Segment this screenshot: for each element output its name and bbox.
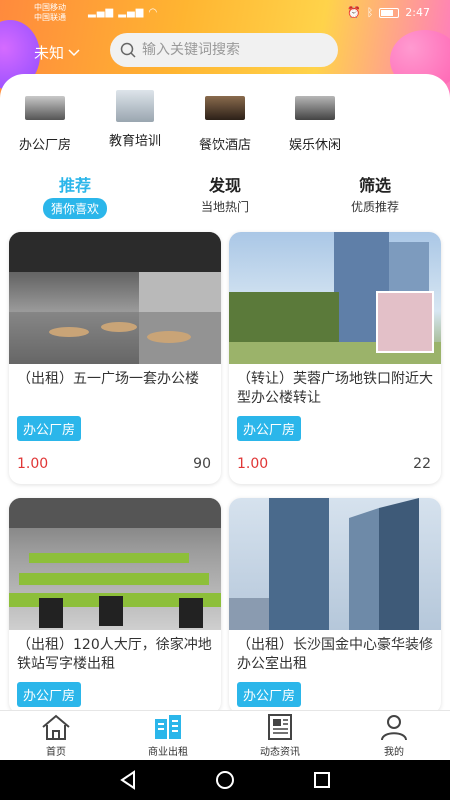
tab-subtitle: 优质推荐 — [350, 200, 399, 214]
recents-icon[interactable] — [312, 770, 332, 790]
bottom-tab-bar: 首页 商业出租 动态资讯 我的 — [0, 710, 450, 760]
category-label: 教育培训 — [108, 134, 161, 149]
tab-filter[interactable]: 筛选 优质推荐 — [320, 172, 430, 215]
listing-image — [9, 498, 221, 630]
main-content: 办公厂房 教育培训 餐饮酒店 娱乐休闲 推荐 猜你喜欢 发现 当地热门 筛选 优… — [0, 74, 450, 714]
listing-tag: 办公厂房 — [17, 682, 82, 707]
listing-card[interactable]: （转让）芙蓉广场地铁口附近大型办公楼转让 办公厂房 1.00 22 — [229, 232, 441, 484]
tab-title: 推荐 — [58, 176, 91, 195]
tower-photo — [229, 232, 441, 364]
carrier-2: 中国联通 — [34, 13, 66, 22]
restaurant-thumb-icon — [205, 96, 245, 120]
listing-tag: 办公厂房 — [237, 682, 302, 707]
category-restaurant[interactable]: 餐饮酒店 — [180, 96, 270, 153]
tab-profile[interactable]: 我的 — [338, 713, 450, 758]
tab-subtitle: 猜你喜欢 — [42, 198, 107, 219]
home-icon — [42, 714, 70, 740]
bluetooth-icon: ᛒ — [366, 6, 374, 19]
listing-title: （出租）五一广场一套办公楼 — [17, 371, 199, 387]
carrier-info: 中国移动 中国联通 — [34, 3, 66, 23]
tab-discover[interactable]: 发现 当地热门 — [170, 172, 280, 215]
open-office-photo — [9, 498, 221, 628]
back-icon[interactable] — [118, 770, 138, 790]
tab-label: 首页 — [46, 747, 66, 758]
tab-news[interactable]: 动态资讯 — [224, 713, 336, 758]
carrier-1: 中国移动 — [34, 3, 66, 12]
search-bar[interactable] — [110, 33, 338, 67]
tab-title: 发现 — [208, 176, 241, 195]
category-office[interactable]: 办公厂房 — [0, 96, 90, 153]
tab-recommend[interactable]: 推荐 猜你喜欢 — [20, 172, 130, 219]
education-thumb-icon — [116, 90, 154, 122]
category-row: 办公厂房 教育培训 餐饮酒店 娱乐休闲 — [0, 74, 450, 159]
listing-card[interactable]: （出租）120人大厅，徐家冲地铁站写字楼出租 办公厂房 — [9, 498, 221, 714]
status-bar: 中国移动 中国联通 ▂▄▆ ▂▄▆ ◠ ⏰ ᛒ 2:47 — [0, 0, 450, 28]
search-input[interactable] — [142, 42, 322, 58]
system-nav-bar — [0, 760, 450, 800]
tab-label: 动态资讯 — [260, 747, 300, 758]
tab-label: 我的 — [384, 747, 404, 758]
office-photo — [9, 232, 221, 364]
listing-card[interactable]: （出租）五一广场一套办公楼 办公厂房 1.00 90 — [9, 232, 221, 484]
listing-price: 1.00 — [17, 456, 49, 472]
category-label: 娱乐休闲 — [288, 138, 341, 153]
status-right: ⏰ ᛒ 2:47 — [347, 6, 430, 19]
listing-title: （出租）长沙国金中心豪华装修办公室出租 — [237, 637, 433, 672]
office-thumb-icon — [25, 96, 65, 120]
listing-tag: 办公厂房 — [17, 416, 82, 441]
tab-title: 筛选 — [358, 176, 391, 195]
listing-price: 1.00 — [237, 456, 269, 472]
listing-card[interactable]: （出租）长沙国金中心豪华装修办公室出租 办公厂房 — [229, 498, 441, 714]
search-icon — [120, 42, 136, 58]
tab-home[interactable]: 首页 — [0, 713, 112, 758]
signal-icons: ▂▄▆ ▂▄▆ ◠ — [88, 7, 159, 18]
listing-title: （转让）芙蓉广场地铁口附近大型办公楼转让 — [237, 371, 433, 406]
listing-tag: 办公厂房 — [237, 416, 302, 441]
location-selector[interactable]: 未知 — [34, 42, 80, 63]
listing-image — [229, 232, 441, 364]
listing-count: 22 — [413, 456, 431, 472]
user-icon — [381, 715, 407, 741]
clock: 2:47 — [405, 6, 430, 19]
feed-tabs: 推荐 猜你喜欢 发现 当地热门 筛选 优质推荐 — [0, 172, 450, 222]
home-circle-icon[interactable] — [214, 770, 236, 790]
tab-commercial-rent[interactable]: 商业出租 — [112, 713, 224, 758]
listing-count: 90 — [193, 456, 211, 472]
category-leisure[interactable]: 娱乐休闲 — [270, 96, 360, 153]
alarm-icon: ⏰ — [346, 6, 361, 19]
tab-subtitle: 当地热门 — [200, 200, 249, 214]
tab-label: 商业出租 — [148, 747, 188, 758]
listing-title: （出租）120人大厅，徐家冲地铁站写字楼出租 — [17, 637, 212, 672]
location-label: 未知 — [34, 44, 65, 62]
chevron-down-icon — [68, 48, 80, 56]
news-icon — [268, 714, 292, 740]
category-education[interactable]: 教育培训 — [90, 90, 180, 149]
category-label: 餐饮酒店 — [198, 138, 251, 153]
skyscraper-photo — [229, 498, 419, 630]
leisure-thumb-icon — [295, 96, 335, 120]
building-icon — [155, 715, 181, 739]
listing-image — [229, 498, 441, 630]
battery-icon — [379, 7, 400, 18]
listing-image — [9, 232, 221, 364]
category-label: 办公厂房 — [18, 138, 71, 153]
